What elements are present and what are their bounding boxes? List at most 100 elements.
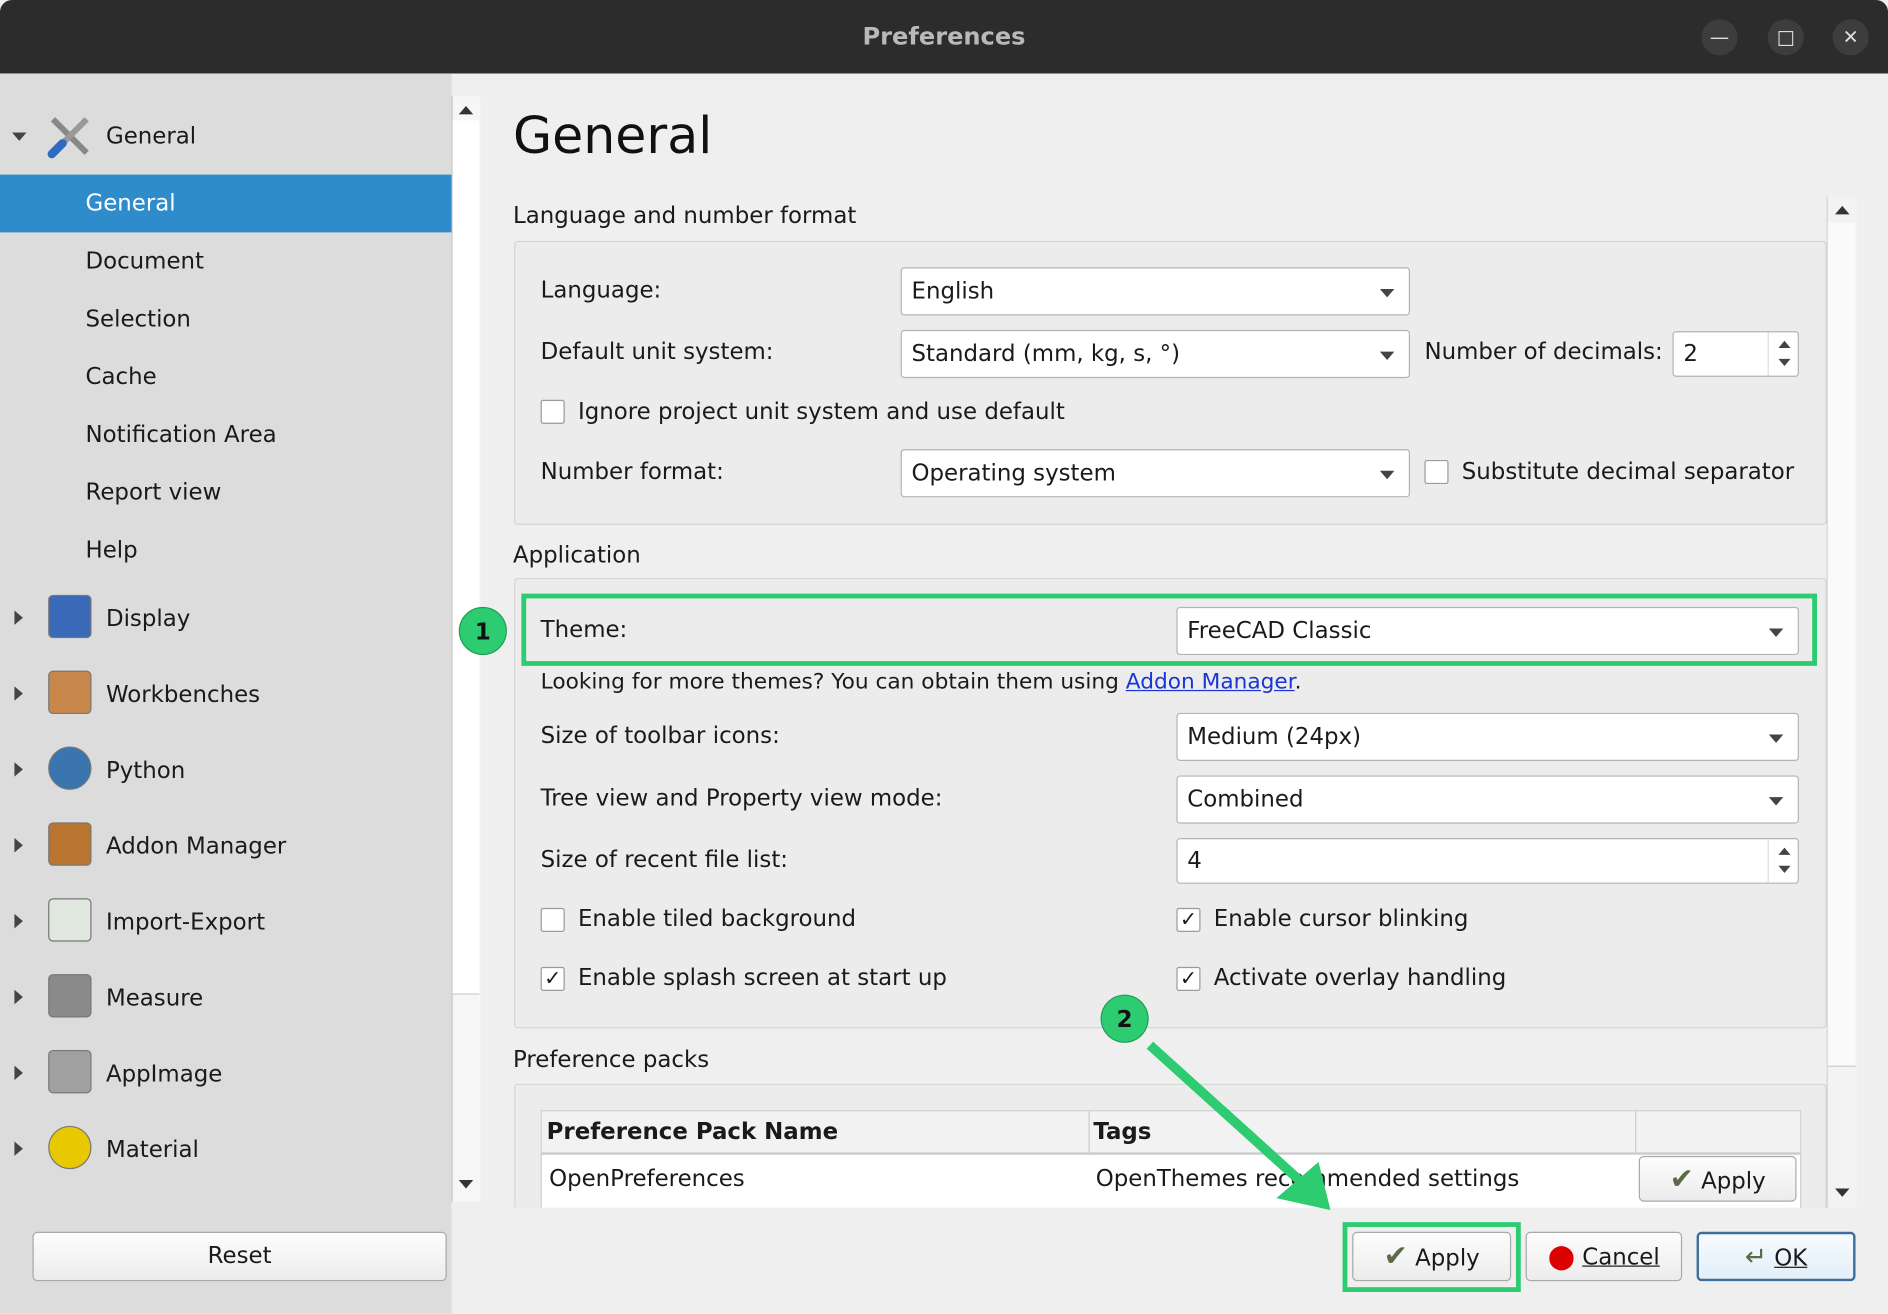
tree-item-cache[interactable]: Cache <box>0 348 452 406</box>
apply-button[interactable]: ✔ Apply <box>1352 1231 1512 1282</box>
expand-arrow-icon[interactable] <box>12 132 27 141</box>
addon-manager-link[interactable]: Addon Manager <box>1126 669 1295 694</box>
tree-label: Workbenches <box>105 681 261 709</box>
reset-button[interactable]: Reset <box>32 1231 447 1282</box>
appimage-icon <box>48 1049 92 1094</box>
tree-group-addon-manager[interactable]: Addon Manager <box>0 818 452 876</box>
themes-hint: Looking for more themes? You can obtain … <box>541 669 1302 694</box>
expand-arrow-icon[interactable] <box>14 989 23 1005</box>
scroll-up-arrow[interactable] <box>458 105 474 115</box>
button-label: Apply <box>1701 1167 1766 1195</box>
spin-down-icon[interactable] <box>1778 865 1791 873</box>
scroll-thumb[interactable] <box>1827 222 1856 1067</box>
spin-value: 4 <box>1187 847 1202 875</box>
tree-label: Display <box>105 605 191 633</box>
tree-group-measure[interactable]: Measure <box>0 969 452 1027</box>
scroll-thumb[interactable] <box>452 120 480 995</box>
tree-label: General <box>85 190 176 217</box>
expand-arrow-icon[interactable] <box>14 762 23 777</box>
language-label: Language: <box>540 276 662 304</box>
tree-group-workbenches[interactable]: Workbenches <box>0 666 452 724</box>
tree-group-import-export[interactable]: Import-Export <box>0 893 452 951</box>
splash-screen-checkbox[interactable]: ✓ <box>540 966 565 991</box>
recent-files-spinbox[interactable]: 4 <box>1176 838 1799 884</box>
cursor-blink-label: Enable cursor blinking <box>1213 905 1469 932</box>
checkmark-icon: ✔ <box>1383 1239 1408 1273</box>
scroll-up-arrow[interactable] <box>1835 205 1850 215</box>
toolbar-size-combo[interactable]: Medium (24px) <box>1176 712 1799 761</box>
monitor-icon <box>48 594 92 639</box>
content-scrollbar[interactable] <box>1826 196 1857 1208</box>
group-title-application: Application <box>512 541 641 569</box>
recent-files-label: Size of recent file list: <box>540 846 789 873</box>
expand-arrow-icon[interactable] <box>14 1141 23 1156</box>
tree-group-python[interactable]: Python <box>0 742 452 800</box>
combo-value: Combined <box>1187 786 1304 813</box>
close-button[interactable]: ✕ <box>1832 19 1869 56</box>
tree-group-appimage[interactable]: AppImage <box>0 1045 452 1103</box>
ignore-unit-checkbox[interactable] <box>540 399 565 424</box>
workbench-box-icon <box>48 670 92 715</box>
caliper-icon <box>48 974 92 1018</box>
tree-item-report-view[interactable]: Report view <box>0 464 452 522</box>
pack-apply-button[interactable]: ✔ Apply <box>1638 1155 1797 1202</box>
tree-group-display[interactable]: Display <box>0 590 452 648</box>
tree-label: Help <box>85 537 138 564</box>
cancel-button[interactable]: ⬤ Cancel <box>1525 1231 1683 1282</box>
ok-button[interactable]: ↵ OK <box>1696 1231 1856 1282</box>
preferences-dialog: Preferences — □ ✕ General Reset General … <box>0 0 1888 1314</box>
spin-down-icon[interactable] <box>1778 358 1791 367</box>
theme-label: Theme: <box>540 616 628 643</box>
spin-up-icon[interactable] <box>1778 847 1791 855</box>
tree-label: Measure <box>105 984 204 1012</box>
tree-label: General <box>105 122 197 150</box>
combo-value: Medium (24px) <box>1187 723 1362 751</box>
tree-label: Import-Export <box>105 909 266 936</box>
annotation-arrow <box>1146 1041 1331 1211</box>
number-format-combo[interactable]: Operating system <box>900 449 1411 498</box>
tree-group-general[interactable]: General <box>0 107 452 165</box>
toolbar-size-label: Size of toolbar icons: <box>540 722 780 749</box>
tree-label: Addon Manager <box>105 833 287 860</box>
group-title-language: Language and number format <box>512 202 857 229</box>
tree-group-material[interactable]: Material <box>0 1121 452 1179</box>
scroll-down-arrow[interactable] <box>1835 1188 1850 1197</box>
column-header-name[interactable]: Preference Pack Name <box>547 1119 838 1145</box>
substitute-decimal-checkbox[interactable] <box>1424 459 1449 485</box>
enter-arrow-icon: ↵ <box>1744 1242 1767 1273</box>
unit-system-combo[interactable]: Standard (mm, kg, s, °) <box>900 329 1411 379</box>
expand-arrow-icon[interactable] <box>14 1065 23 1081</box>
chevron-down-icon <box>1379 470 1395 480</box>
overlay-checkbox[interactable]: ✓ <box>1176 966 1201 991</box>
chevron-down-icon <box>1379 288 1395 298</box>
expand-arrow-icon[interactable] <box>14 913 23 929</box>
theme-combo[interactable]: FreeCAD Classic <box>1176 606 1799 656</box>
tree-item-help[interactable]: Help <box>0 521 452 579</box>
maximize-button[interactable]: □ <box>1767 19 1804 56</box>
treeview-mode-combo[interactable]: Combined <box>1176 775 1799 824</box>
scroll-down-arrow[interactable] <box>458 1180 474 1189</box>
expand-arrow-icon[interactable] <box>14 610 23 625</box>
tree-label: Document <box>85 248 205 275</box>
button-label: Cancel <box>1582 1243 1660 1271</box>
combo-value: FreeCAD Classic <box>1187 617 1372 645</box>
tree-item-general[interactable]: General <box>0 174 452 233</box>
spin-value: 2 <box>1683 340 1698 368</box>
expand-arrow-icon[interactable] <box>14 686 23 701</box>
button-label: OK <box>1774 1245 1808 1272</box>
tree-item-notification-area[interactable]: Notification Area <box>0 406 452 464</box>
page-title: General <box>512 105 713 165</box>
decimals-spinbox[interactable]: 2 <box>1672 331 1799 377</box>
combo-value: English <box>911 278 995 305</box>
language-combo[interactable]: English <box>900 267 1411 316</box>
tree-item-document[interactable]: Document <box>0 232 452 290</box>
tools-icon <box>47 117 89 159</box>
minimize-button[interactable]: — <box>1701 19 1738 56</box>
combo-value: Operating system <box>911 459 1116 487</box>
tree-label: Selection <box>85 305 191 333</box>
tiled-background-checkbox[interactable] <box>540 907 565 932</box>
cursor-blink-checkbox[interactable]: ✓ <box>1176 907 1201 932</box>
spin-up-icon[interactable] <box>1778 340 1791 348</box>
tree-item-selection[interactable]: Selection <box>0 290 452 348</box>
expand-arrow-icon[interactable] <box>14 838 23 853</box>
